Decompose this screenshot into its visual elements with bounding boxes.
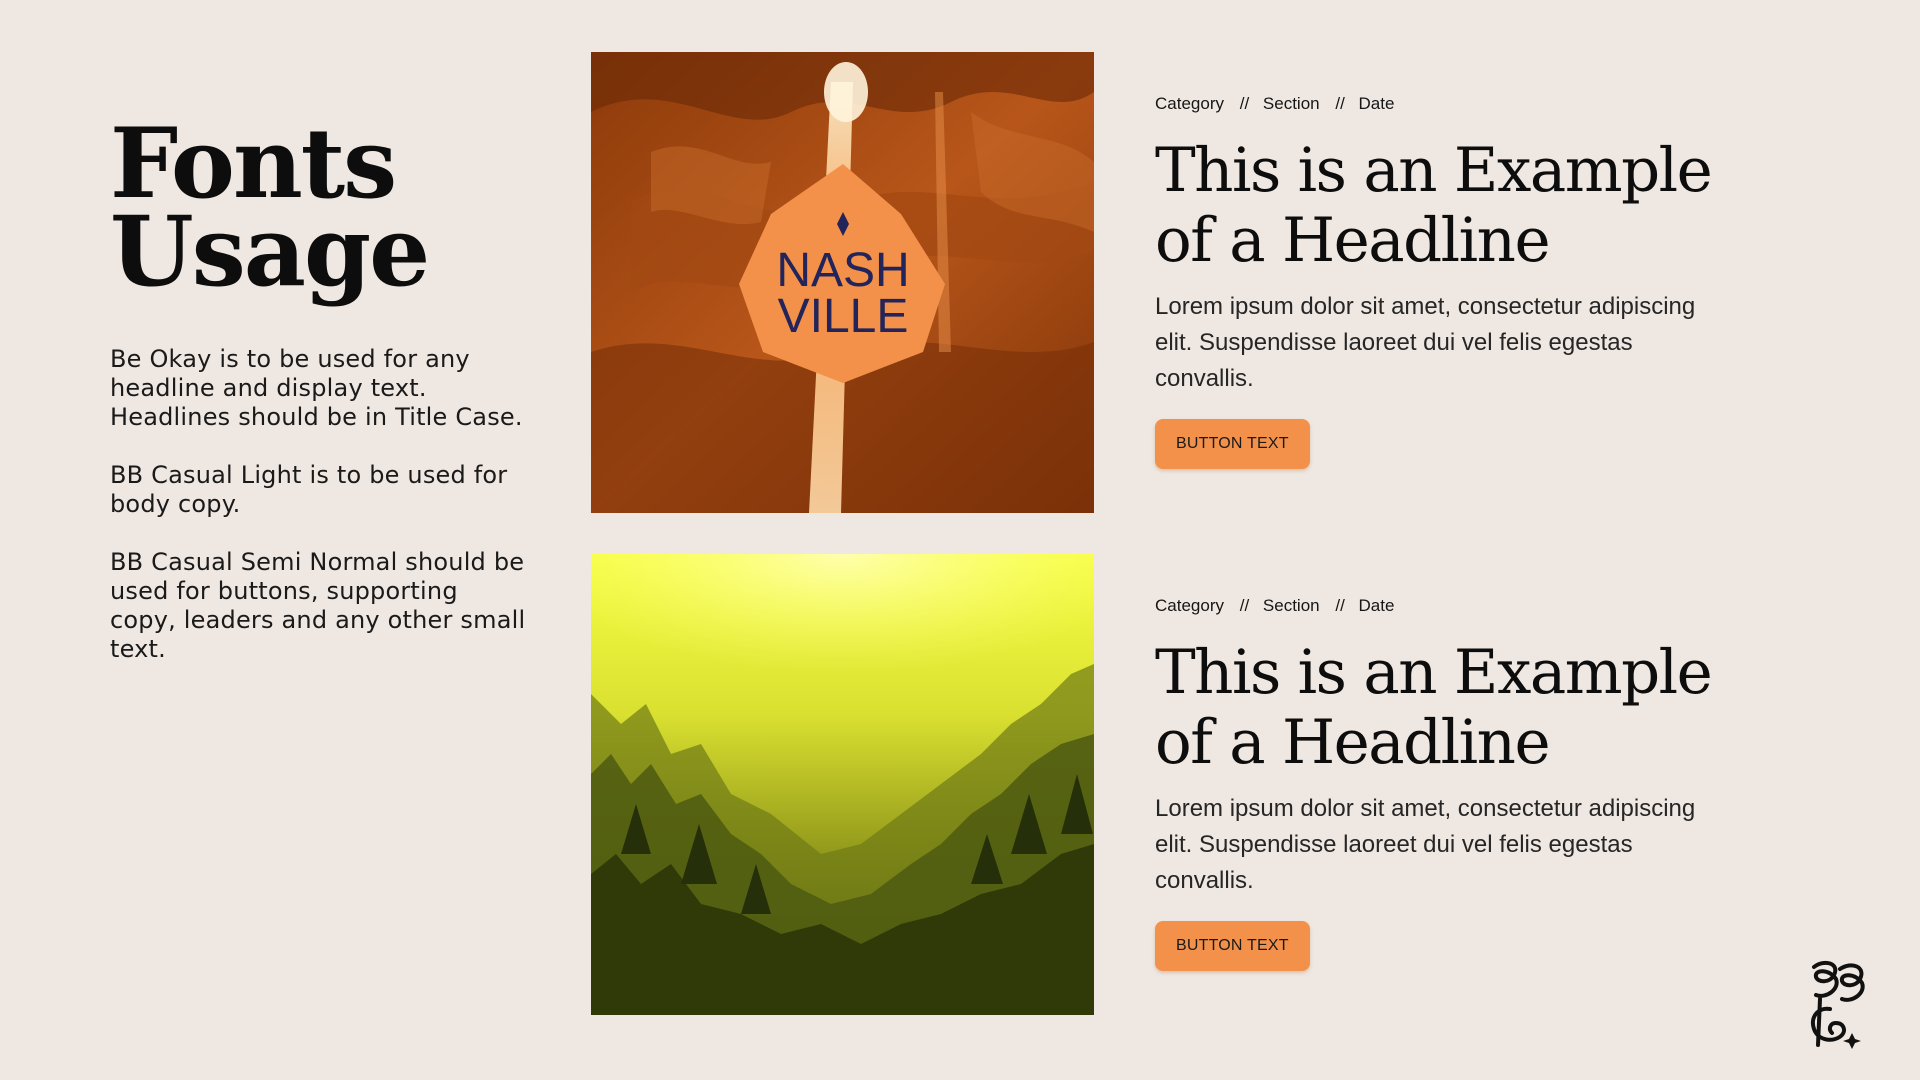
forest-photo <box>591 554 1094 1015</box>
card-cta-button[interactable]: BUTTON TEXT <box>1155 419 1310 469</box>
article-card-2: Category // Section // Date This is an E… <box>1155 594 1715 971</box>
page-title-line-2: Usage <box>110 195 430 308</box>
meta-separator: // <box>1239 94 1250 113</box>
meta-date: Date <box>1358 94 1395 113</box>
forest-image <box>591 554 1094 1015</box>
article-card-1: Category // Section // Date This is an E… <box>1155 92 1715 469</box>
card-body: Lorem ipsum dolor sit amet, consectetur … <box>1155 795 1696 894</box>
canyon-image: NASH VILLE <box>591 52 1094 513</box>
card-meta: Category // Section // Date <box>1155 594 1715 618</box>
card-meta: Category // Section // Date <box>1155 92 1715 116</box>
card-body: Lorem ipsum dolor sit amet, consectetur … <box>1155 293 1696 392</box>
guideline-headline-font: Be Okay is to be used for any headline a… <box>110 345 523 431</box>
meta-separator: // <box>1335 94 1345 113</box>
bbg-monogram-icon <box>1811 960 1865 1049</box>
meta-separator: // <box>1239 596 1250 615</box>
sign-text-line-2: VILLE <box>778 290 909 343</box>
meta-category[interactable]: Category <box>1155 94 1224 113</box>
card-cta-button[interactable]: BUTTON TEXT <box>1155 921 1310 971</box>
card-headline: This is an Example of a Headline <box>1155 135 1713 276</box>
font-guidelines: Be Okay is to be used for any headline a… <box>110 345 530 693</box>
guideline-body-font: BB Casual Light is to be used for body c… <box>110 461 508 518</box>
meta-date: Date <box>1358 596 1395 615</box>
meta-section[interactable]: Section <box>1263 94 1320 113</box>
card-headline: This is an Example of a Headline <box>1155 637 1713 778</box>
meta-category[interactable]: Category <box>1155 596 1224 615</box>
meta-separator: // <box>1335 596 1345 615</box>
page-title: Fonts Usage <box>110 116 430 308</box>
guideline-small-text-font: BB Casual Semi Normal should be used for… <box>110 548 526 663</box>
canyon-photo: NASH VILLE <box>591 52 1094 513</box>
meta-section[interactable]: Section <box>1263 596 1320 615</box>
